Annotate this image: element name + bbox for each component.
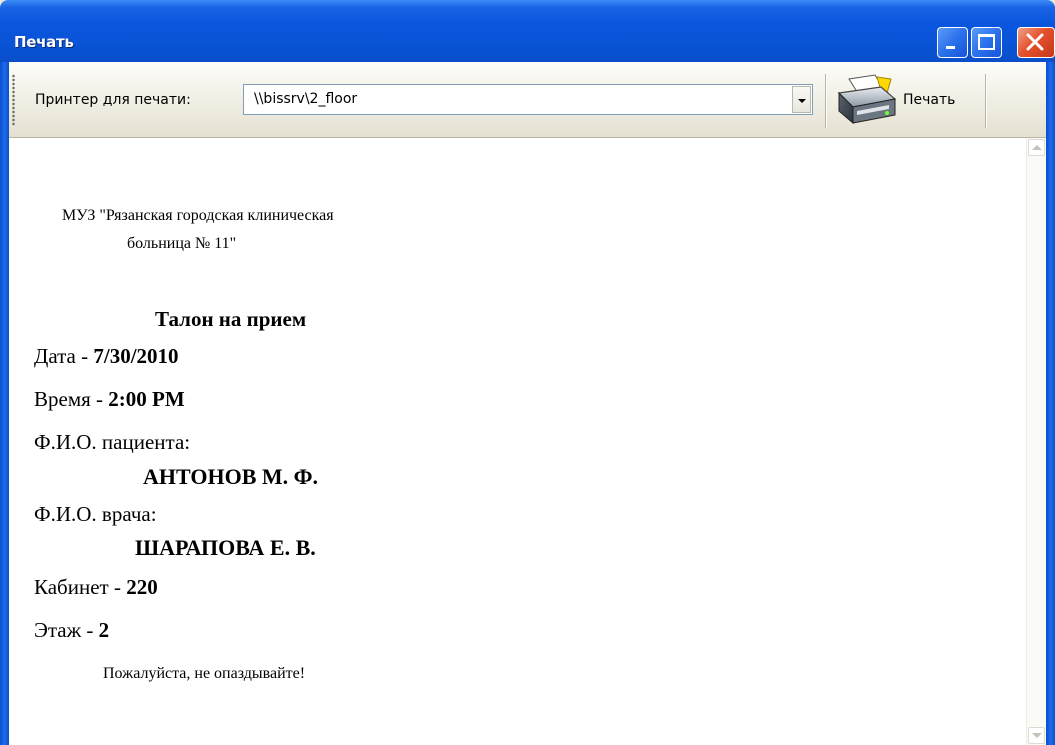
patient-label: Ф.И.О. пациента: (34, 430, 191, 454)
room-row: Кабинет - 220 (34, 575, 158, 600)
minimize-button[interactable] (937, 27, 968, 58)
printer-icon (837, 74, 897, 125)
organization-name-line2: больница № 11" (127, 235, 237, 252)
title-bar[interactable]: Печать (0, 0, 1055, 62)
toolbar: Принтер для печати: \\bissrv\2_floor Печ… (9, 62, 1046, 138)
print-button-label: Печать (903, 92, 956, 108)
doctor-name: ШАРАПОВА Е. В. (135, 535, 316, 560)
time-row: Время - 2:00 PM (34, 387, 185, 412)
scroll-up-button[interactable] (1028, 139, 1045, 156)
toolbar-separator (985, 74, 987, 128)
ticket-heading: Талон на прием (155, 307, 307, 331)
date-label: Дата - (34, 344, 94, 368)
floor-value: 2 (98, 618, 110, 642)
window-frame-right (1046, 62, 1055, 745)
print-button[interactable]: Печать (833, 71, 983, 129)
room-label: Кабинет - (34, 575, 127, 599)
patient-name: АНТОНОВ М. Ф. (143, 464, 319, 489)
printer-label: Принтер для печати: (35, 92, 191, 108)
chevron-down-icon (798, 99, 806, 103)
minimize-icon (946, 46, 955, 49)
date-value: 7/30/2010 (93, 344, 179, 368)
toolbar-grip[interactable] (12, 74, 15, 126)
print-preview-document[interactable]: МУЗ "Рязанская городская клиническая бол… (9, 138, 1026, 745)
floor-label: Этаж - (34, 618, 99, 642)
chevron-down-icon (1032, 733, 1042, 738)
printer-select-value: \\bissrv\2_floor (254, 91, 358, 107)
close-button[interactable] (1017, 27, 1055, 58)
printer-select-dropdown-button[interactable] (792, 86, 811, 113)
maximize-icon (978, 34, 995, 50)
date-row: Дата - 7/30/2010 (34, 344, 179, 369)
window-title: Печать (14, 33, 74, 51)
time-label: Время - (34, 387, 109, 411)
chevron-up-icon (1032, 145, 1042, 150)
organization-name-line1: МУЗ "Рязанская городская клиническая (62, 207, 334, 224)
toolbar-separator (825, 74, 827, 128)
printer-select[interactable]: \\bissrv\2_floor (243, 84, 813, 115)
window-frame-left (0, 62, 9, 745)
close-icon (1026, 33, 1044, 51)
floor-row: Этаж - 2 (34, 618, 109, 643)
maximize-button[interactable] (971, 27, 1002, 58)
room-value: 220 (126, 575, 158, 599)
doctor-label: Ф.И.О. врача: (34, 502, 157, 526)
time-value: 2:00 PM (108, 387, 185, 411)
scroll-down-button[interactable] (1028, 727, 1045, 744)
footer-note: Пожалуйста, не опаздывайте! (103, 665, 306, 682)
vertical-scrollbar[interactable] (1026, 138, 1046, 745)
